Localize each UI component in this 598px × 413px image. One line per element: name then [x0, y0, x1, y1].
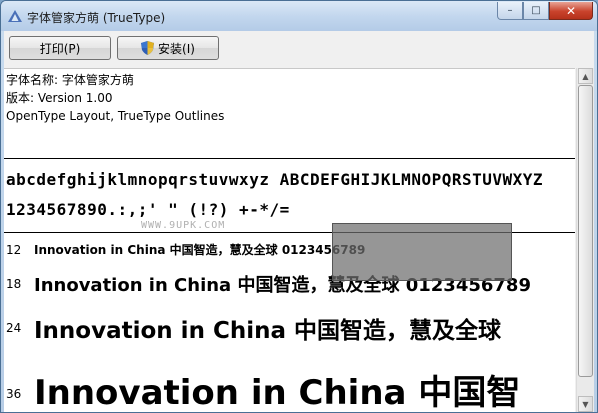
- font-info: 字体名称: 字体管家方萌 版本: Version 1.00 OpenType L…: [6, 71, 224, 125]
- font-name-text: 字体名称: 字体管家方萌: [6, 73, 134, 87]
- maximize-button[interactable]: □: [523, 2, 549, 20]
- scroll-up-arrow-icon[interactable]: ▲: [578, 68, 593, 84]
- toolbar: 打印(P) 安装(I): [4, 31, 594, 67]
- window-title: 字体管家方萌 (TrueType): [27, 11, 166, 25]
- font-app-icon: [8, 10, 22, 22]
- gray-overlay-box: [332, 223, 512, 281]
- font-viewer-window: 字体管家方萌 (TrueType) – □ ✕ 打印(P) 安装(I) 字体名称…: [0, 0, 598, 413]
- install-button[interactable]: 安装(I): [117, 36, 219, 60]
- print-button[interactable]: 打印(P): [9, 36, 111, 60]
- sample-text: Innovation in China 中国智造，慧及全球 0123456789: [34, 243, 366, 257]
- font-outline-text: OpenType Layout, TrueType Outlines: [6, 109, 225, 123]
- vertical-scrollbar[interactable]: ▲ ▼: [576, 68, 594, 412]
- charset-letters: abcdefghijklmnopqrstuvwxyz ABCDEFGHIJKLM…: [6, 170, 544, 189]
- title-bar[interactable]: 字体管家方萌 (TrueType) – □ ✕: [1, 1, 597, 31]
- print-button-label: 打印(P): [39, 41, 81, 56]
- charset-digits: 1234567890.:,;' " (!?) +-*/=: [6, 200, 290, 219]
- client-area: 打印(P) 安装(I) 字体名称: 字体管家方萌 版本: Version 1.0…: [4, 31, 594, 412]
- uac-shield-icon: [141, 41, 155, 55]
- size-label: 24: [6, 321, 22, 335]
- size-label: 12: [6, 243, 22, 257]
- sample-text: Innovation in China 中国智: [34, 373, 521, 413]
- install-button-label: 安装(I): [158, 41, 195, 56]
- divider-top: [4, 158, 575, 159]
- sample-text: Innovation in China 中国智造，慧及全球: [34, 318, 501, 344]
- scroll-thumb[interactable]: [578, 85, 593, 377]
- scroll-down-arrow-icon[interactable]: ▼: [578, 396, 593, 412]
- size-label: 36: [6, 387, 22, 401]
- size-label: 18: [6, 277, 22, 291]
- window-controls: – □ ✕: [497, 2, 593, 20]
- minimize-button[interactable]: –: [497, 2, 523, 20]
- watermark-text: WWW.9UPK.COM: [141, 220, 226, 231]
- font-version-text: 版本: Version 1.00: [6, 91, 113, 105]
- close-button[interactable]: ✕: [549, 2, 593, 20]
